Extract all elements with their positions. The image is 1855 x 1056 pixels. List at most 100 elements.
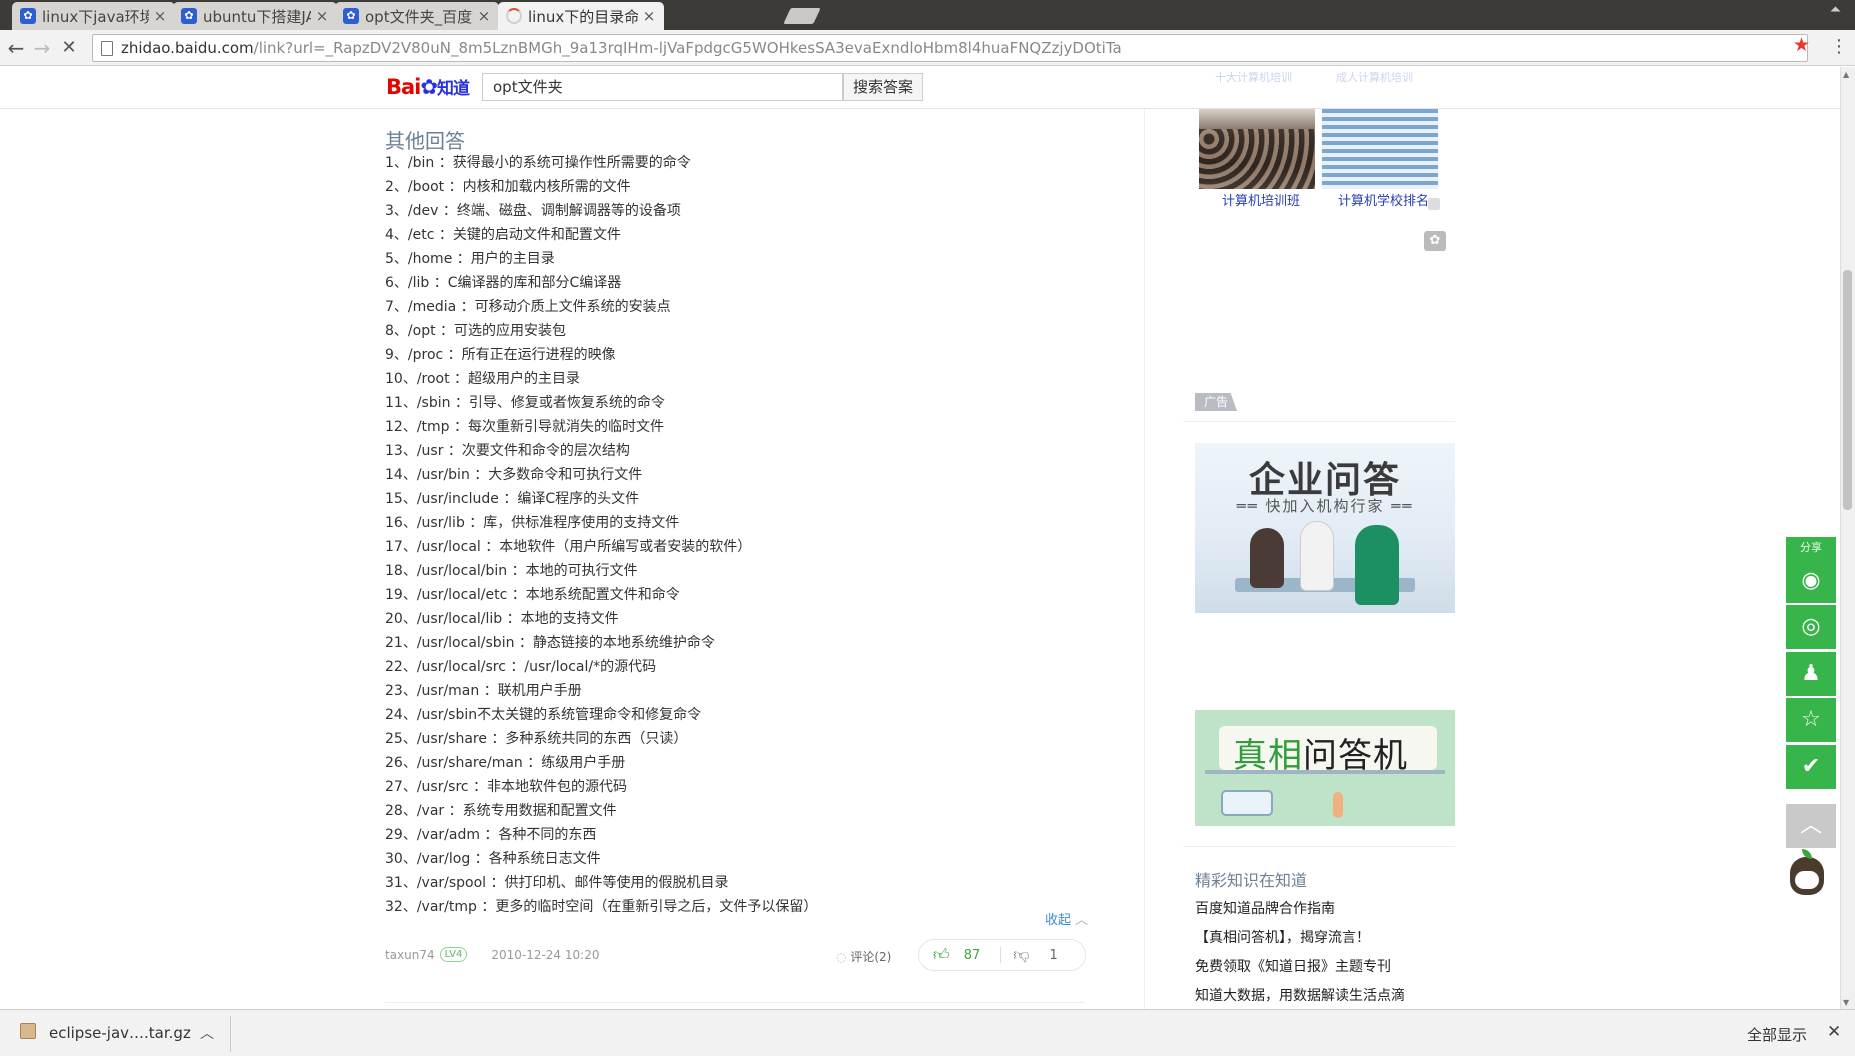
search-answer-button[interactable]: 搜索答案 (843, 73, 923, 101)
tab-opt-search[interactable]: ✿ opt文件夹_百度搜索 × (335, 2, 499, 30)
baidu-paw-icon[interactable]: ✿ (1424, 231, 1446, 251)
enterprise-qa-banner[interactable]: 企业问答 ══ 快加入机构行家 ══ (1195, 443, 1455, 613)
tab-linux-dirs[interactable]: linux下的目录命名规 × (498, 2, 664, 30)
ghost-caption: 成人计算机培训 (1336, 71, 1413, 84)
answer-line: 16、/usr/lib ：库，供标准程序使用的支持文件 (385, 515, 680, 531)
wechat-icon[interactable]: ◉ (1786, 559, 1836, 603)
vote-divider (1000, 947, 1002, 963)
banner-subtitle-text: 快加入机构行家 (1265, 497, 1385, 515)
collapse-link[interactable]: 收起 ︿ (1045, 909, 1088, 928)
download-filename[interactable]: eclipse-jav….tar.gz (49, 1024, 191, 1042)
qq-icon[interactable]: ♟ (1786, 652, 1836, 696)
comment-button[interactable]: ◌ 评论(2) (836, 948, 891, 965)
browser-menu-icon[interactable]: ⋮ (1830, 36, 1848, 57)
downvote-count: 1 (1049, 947, 1058, 963)
answer-line: 15、/usr/include ：编译C程序的头文件 (385, 491, 640, 507)
scroll-down-icon[interactable]: ▼ (1843, 998, 1849, 1007)
baidu-zhidao-logo[interactable]: Bai✿知道 (386, 74, 470, 99)
face-shape (1795, 871, 1819, 889)
mascot-icon[interactable] (1790, 849, 1824, 895)
download-bar: eclipse-jav….tar.gz ︿ 全部显示 ✕ (0, 1009, 1855, 1056)
knowledge-item[interactable]: 知道大数据，用数据解读生活点滴 (1195, 982, 1405, 1009)
banner-title: 真相问答机 (1233, 728, 1408, 777)
tab-title: linux下的目录命名规 (528, 7, 638, 26)
new-tab-button[interactable] (783, 8, 821, 24)
share-label: 分享 (1786, 537, 1836, 559)
back-arrow-icon[interactable]: ← (4, 36, 28, 60)
thumb-caption-ranking[interactable]: 计算机学校排名 (1338, 190, 1429, 209)
thumbs-up-icon[interactable]: 👍︎ (933, 945, 950, 965)
back-to-top-icon[interactable]: ︿ (1786, 804, 1836, 848)
ad-tag: 广告 (1195, 393, 1237, 411)
clipboard-check-icon[interactable]: ✔ (1786, 745, 1836, 789)
person-illustration (1250, 528, 1284, 588)
answer-line: 5、/home ：用户的主目录 (385, 251, 555, 267)
answer-line: 1、/bin ：获得最小的系统可操作性所需要的命令 (385, 155, 691, 171)
close-icon[interactable]: ✕ (1827, 1022, 1841, 1042)
answer-line: 20、/usr/local/lib ：本地的支持文件 (385, 611, 619, 627)
forward-arrow-icon[interactable]: → (30, 36, 54, 60)
answer-line: 27、/usr/src ：非本地软件包的源代码 (385, 779, 628, 795)
show-all-downloads-button[interactable]: 全部显示 (1747, 1024, 1807, 1045)
tab-linux-java[interactable]: ✿ linux下java环境搭建 × (12, 2, 175, 30)
scrollbar-thumb[interactable] (1843, 270, 1852, 510)
leaf-shape (1802, 849, 1812, 859)
page-content: Bai✿知道 opt文件夹 搜索答案 其他回答 1、/bin ：获得最小的系统可… (0, 67, 1840, 1009)
answer-line: 26、/usr/share/man ：练级用户手册 (385, 755, 626, 771)
close-icon[interactable]: × (153, 7, 167, 25)
answer-line: 24、/usr/sbin不太关键的系统管理命令和修复命令 (385, 707, 702, 723)
scrollbar-track[interactable] (1840, 67, 1855, 1009)
ad-divider (1183, 421, 1455, 422)
answer-line: 8、/opt ：可选的应用安装包 (385, 323, 567, 339)
answer-line: 14、/usr/bin ：大多数命令和可执行文件 (385, 467, 643, 483)
author-name[interactable]: taxun74 (385, 948, 435, 962)
stop-loading-icon[interactable]: ✕ (57, 36, 81, 60)
search-input[interactable]: opt文件夹 (482, 73, 843, 101)
level-badge: LV4 (439, 947, 468, 962)
truth-qa-banner[interactable]: 真相问答机 (1195, 710, 1455, 826)
close-icon[interactable]: × (315, 7, 329, 25)
knowledge-list: 百度知道品牌合作指南 【真相问答机】，揭穿流言！ 免费领取《知道日报》主题专刊 知道大… (1195, 895, 1405, 1009)
tab-strip: ✿ linux下java环境搭建 × ✿ ubuntu下搭建JAVA × ✿ o… (0, 0, 1855, 30)
scroll-up-icon[interactable]: ▲ (1843, 70, 1849, 79)
tab-title: opt文件夹_百度搜索 (365, 7, 473, 26)
person-illustration (1300, 521, 1334, 591)
knowledge-divider (1183, 846, 1455, 847)
close-icon[interactable]: × (642, 7, 656, 25)
knowledge-title: 精彩知识在知道 (1195, 871, 1308, 890)
thumbs-down-icon[interactable]: 👎︎ (1013, 945, 1029, 965)
banner-title-dark: 问答机 (1303, 736, 1408, 776)
baidu-paw-icon: ✿ (20, 8, 36, 24)
comment-bubble-icon: ◌ (836, 950, 847, 964)
knowledge-item[interactable]: 【真相问答机】，揭穿流言！ (1195, 924, 1405, 953)
school-ranking-image[interactable] (1322, 109, 1438, 189)
answer-line: 7、/media ：可移动介质上文件系统的安装点 (385, 299, 671, 315)
answer-line: 13、/usr ：次要文件和命令的层次结构 (385, 443, 630, 459)
answer-line: 12、/tmp ：每次重新引导就消失的临时文件 (385, 419, 664, 435)
weibo-icon[interactable]: ◎ (1786, 605, 1836, 649)
bookmark-star-icon[interactable]: ★ (1793, 34, 1810, 56)
answer-line: 32、/var/tmp ：更多的临时空间（在重新引导之后，文件予以保留） (385, 899, 818, 915)
url-host: zhidao.baidu.com (121, 39, 254, 57)
thermometer-illustration (1333, 792, 1343, 818)
answer-line: 29、/var/adm ：各种不同的东西 (385, 827, 597, 843)
window-controls-icon[interactable]: ⏶ (1830, 2, 1841, 18)
tab-ubuntu-java[interactable]: ✿ ubuntu下搭建JAVA × (173, 2, 337, 30)
chevron-up-icon[interactable]: ︿ (200, 1023, 214, 1043)
tab-title: linux下java环境搭建 (42, 7, 149, 26)
ad-info-icon[interactable] (1428, 198, 1440, 210)
favorite-star-icon[interactable]: ☆ (1786, 698, 1836, 742)
knowledge-item[interactable]: 百度知道品牌合作指南 (1195, 895, 1405, 924)
banner-subtitle: ══ 快加入机构行家 ══ (1236, 497, 1414, 515)
knowledge-item[interactable]: 免费领取《知道日报》主题专刊 (1195, 953, 1405, 982)
upvote-count: 87 (963, 947, 981, 963)
classroom-photo (1199, 129, 1315, 189)
close-icon[interactable]: × (477, 7, 491, 25)
thumb-caption-training[interactable]: 计算机培训班 (1222, 190, 1300, 209)
comment-label: 评论(2) (850, 950, 892, 964)
address-bar[interactable]: zhidao.baidu.com/link?url=_RapzDV2V80uN_… (92, 34, 1808, 62)
answer-line: 6、/lib ：C编译器的库和部分C编译器 (385, 275, 622, 291)
training-class-image[interactable] (1199, 109, 1315, 189)
answer-divider (385, 1002, 1085, 1003)
answer-line: 18、/usr/local/bin ：本地的可执行文件 (385, 563, 638, 579)
